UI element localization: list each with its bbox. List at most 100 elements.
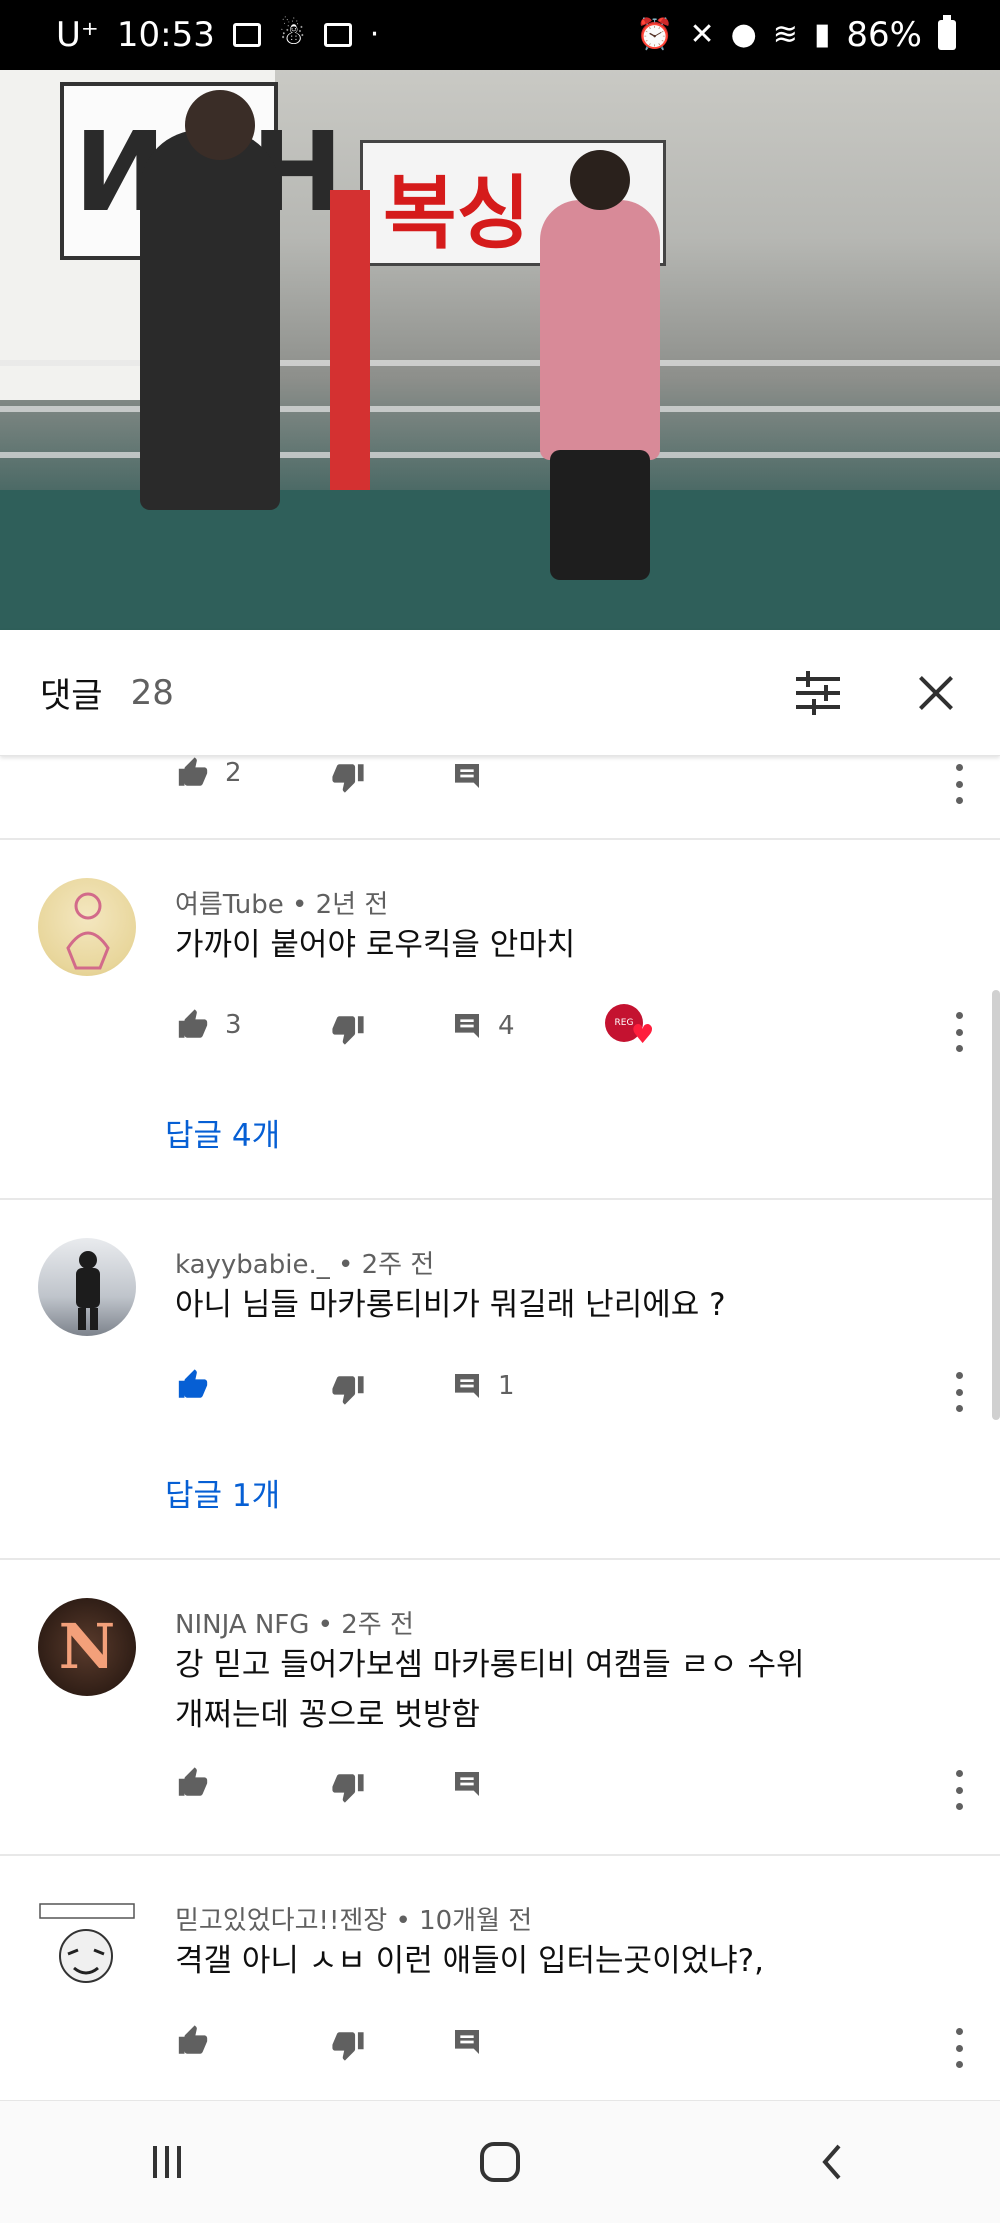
comment-author[interactable]: kayybabie._ — [175, 1250, 330, 1280]
no-photo-icon — [323, 23, 352, 47]
battery-icon — [938, 15, 956, 50]
comment-actions — [175, 2024, 975, 2068]
status-bar-right: ⏰ ✕ ● ≋ ▮ 86% — [636, 15, 956, 55]
comment-text: 격갤 아니 ㅅㅂ 이런 애들이 입터는곳이었냐?, — [175, 1943, 764, 1979]
comment-item: 믿고있었다고!!젠장 • 10개월 전 격갤 아니 ㅅㅂ 이런 애들이 입터는곳… — [0, 1856, 1000, 2100]
reply-button[interactable]: 4 — [450, 1010, 515, 1042]
wifi-icon: ≋ — [772, 17, 798, 52]
view-replies-link[interactable]: 답글 4개 — [165, 1110, 280, 1155]
heart-icon: ♥ — [631, 1020, 655, 1050]
back-icon[interactable] — [793, 2132, 873, 2192]
video-player[interactable]: HAN 복싱 — [0, 70, 1000, 630]
view-replies-link[interactable]: 답글 1개 — [165, 1470, 280, 1515]
meta-separator: • — [395, 1906, 420, 1936]
comment-icon — [450, 760, 484, 792]
more-options-icon[interactable] — [956, 1770, 964, 1810]
dislike-button[interactable] — [330, 2028, 366, 2062]
comments-header: 댓글 28 — [0, 630, 1000, 756]
like-button[interactable]: 2 — [175, 756, 242, 790]
comment-time[interactable]: 2년 전 — [316, 890, 389, 920]
comment-item: N NINJA NFG • 2주 전 강 믿고 들어가보셈 마카롱티비 여캠들 … — [0, 1560, 1000, 1856]
home-icon[interactable] — [460, 2132, 540, 2192]
avatar[interactable]: N — [38, 1598, 136, 1696]
signal-icon: ▮ — [813, 17, 831, 52]
comment-author[interactable]: NINJA NFG — [175, 1610, 309, 1640]
comment-time[interactable]: 2주 전 — [341, 1610, 414, 1640]
video-frame-person-right — [540, 150, 660, 580]
avatar[interactable] — [38, 878, 136, 976]
comment-icon — [450, 2026, 484, 2058]
reply-button[interactable] — [450, 2026, 484, 2058]
comment-item: kayybabie._ • 2주 전 아니 님들 마카롱티비가 뭐길래 난리에요… — [0, 1200, 1000, 1560]
scrollbar[interactable] — [992, 990, 1000, 1420]
reply-count: 1 — [498, 1371, 515, 1401]
dot-icon: · — [369, 17, 380, 52]
reply-button[interactable] — [450, 1768, 484, 1800]
notification-icon: ☃ — [278, 17, 306, 52]
battery-percent: 86% — [846, 15, 922, 55]
comment-meta: NINJA NFG • 2주 전 — [175, 1604, 414, 1641]
reply-button[interactable]: 1 — [450, 1370, 515, 1402]
video-frame-floor — [0, 490, 1000, 630]
like-button[interactable] — [175, 1368, 211, 1402]
comment-icon — [450, 1768, 484, 1800]
more-options-icon[interactable] — [956, 1372, 964, 1412]
like-button[interactable] — [175, 1766, 211, 1800]
thumbs-down-icon — [330, 1770, 366, 1804]
comment-author[interactable]: 믿고있었다고!!젠장 — [175, 1906, 387, 1936]
dislike-button[interactable] — [330, 1012, 366, 1046]
comment-text: 강 믿고 들어가보셈 마카롱티비 여캠들 ㄹㅇ 수위 개쩌는데 꽁으로 벗방함 — [175, 1647, 805, 1733]
thumbs-up-icon — [175, 756, 211, 790]
thumbs-up-icon-active — [175, 1368, 211, 1402]
comment-actions: 1 — [175, 1368, 975, 1412]
like-button[interactable]: 3 — [175, 1008, 242, 1042]
meta-separator: • — [292, 890, 316, 920]
video-frame-ring-post — [330, 190, 370, 510]
comment-meta: 여름Tube • 2년 전 — [175, 884, 388, 921]
comment-text: 아니 님들 마카롱티비가 뭐길래 난리에요 ? — [175, 1287, 726, 1323]
comment-actions — [175, 1766, 975, 1810]
more-options-icon[interactable] — [956, 764, 964, 804]
comment-icon — [450, 1010, 484, 1042]
clock: 10:53 — [116, 15, 215, 55]
meta-separator: • — [317, 1610, 342, 1640]
more-options-icon[interactable] — [956, 2028, 964, 2068]
dislike-button[interactable] — [330, 1372, 366, 1406]
comment-author[interactable]: 여름Tube — [175, 890, 284, 920]
comment-actions: 3 4 REG ♥ — [175, 1004, 975, 1052]
comment-item: 여름Tube • 2년 전 가까이 붙어야 로우킥을 안마치 3 4 REG ♥… — [0, 840, 1000, 1200]
thumbs-down-icon — [330, 1012, 366, 1046]
gallery-icon — [232, 23, 261, 47]
creator-heart-badge: REG ♥ — [605, 1004, 657, 1048]
comment-actions: 2 — [175, 756, 975, 800]
thumbs-up-icon — [175, 1008, 211, 1042]
comment-time[interactable]: 2주 전 — [362, 1250, 435, 1280]
like-count: 2 — [225, 758, 242, 788]
thumbs-up-icon — [175, 2024, 211, 2058]
dislike-button[interactable] — [330, 760, 366, 794]
like-count: 3 — [225, 1010, 242, 1040]
comment-time[interactable]: 10개월 전 — [419, 1906, 532, 1936]
meta-separator: • — [338, 1250, 362, 1280]
comment-meta: kayybabie._ • 2주 전 — [175, 1244, 434, 1281]
status-bar: U⁺ 10:53 ☃ · ⏰ ✕ ● ≋ ▮ 86% — [0, 0, 1000, 70]
svg-text:N: N — [59, 1610, 116, 1683]
thumbs-down-icon — [330, 1372, 366, 1406]
close-icon[interactable] — [912, 669, 960, 717]
status-bar-left: U⁺ 10:53 ☃ · — [56, 15, 379, 55]
like-button[interactable] — [175, 2024, 211, 2058]
carrier-label: U⁺ — [56, 15, 99, 55]
recent-apps-icon[interactable] — [127, 2132, 207, 2192]
thumbs-up-icon — [175, 1766, 211, 1800]
avatar[interactable] — [38, 1238, 136, 1336]
comments-title: 댓글 — [40, 676, 103, 716]
sort-filter-icon[interactable] — [794, 669, 842, 717]
location-icon: ● — [730, 17, 757, 52]
more-options-icon[interactable] — [956, 1012, 964, 1052]
avatar[interactable] — [38, 1894, 136, 1992]
reply-button[interactable] — [450, 760, 484, 792]
dislike-button[interactable] — [330, 1770, 366, 1804]
comment-list[interactable]: 2 여름Tube • 2년 전 가까이 붙어야 로우킥을 안마치 3 4 REG… — [0, 756, 1000, 2100]
comment-meta: 믿고있었다고!!젠장 • 10개월 전 — [175, 1900, 532, 1937]
mute-icon: ✕ — [689, 17, 715, 52]
